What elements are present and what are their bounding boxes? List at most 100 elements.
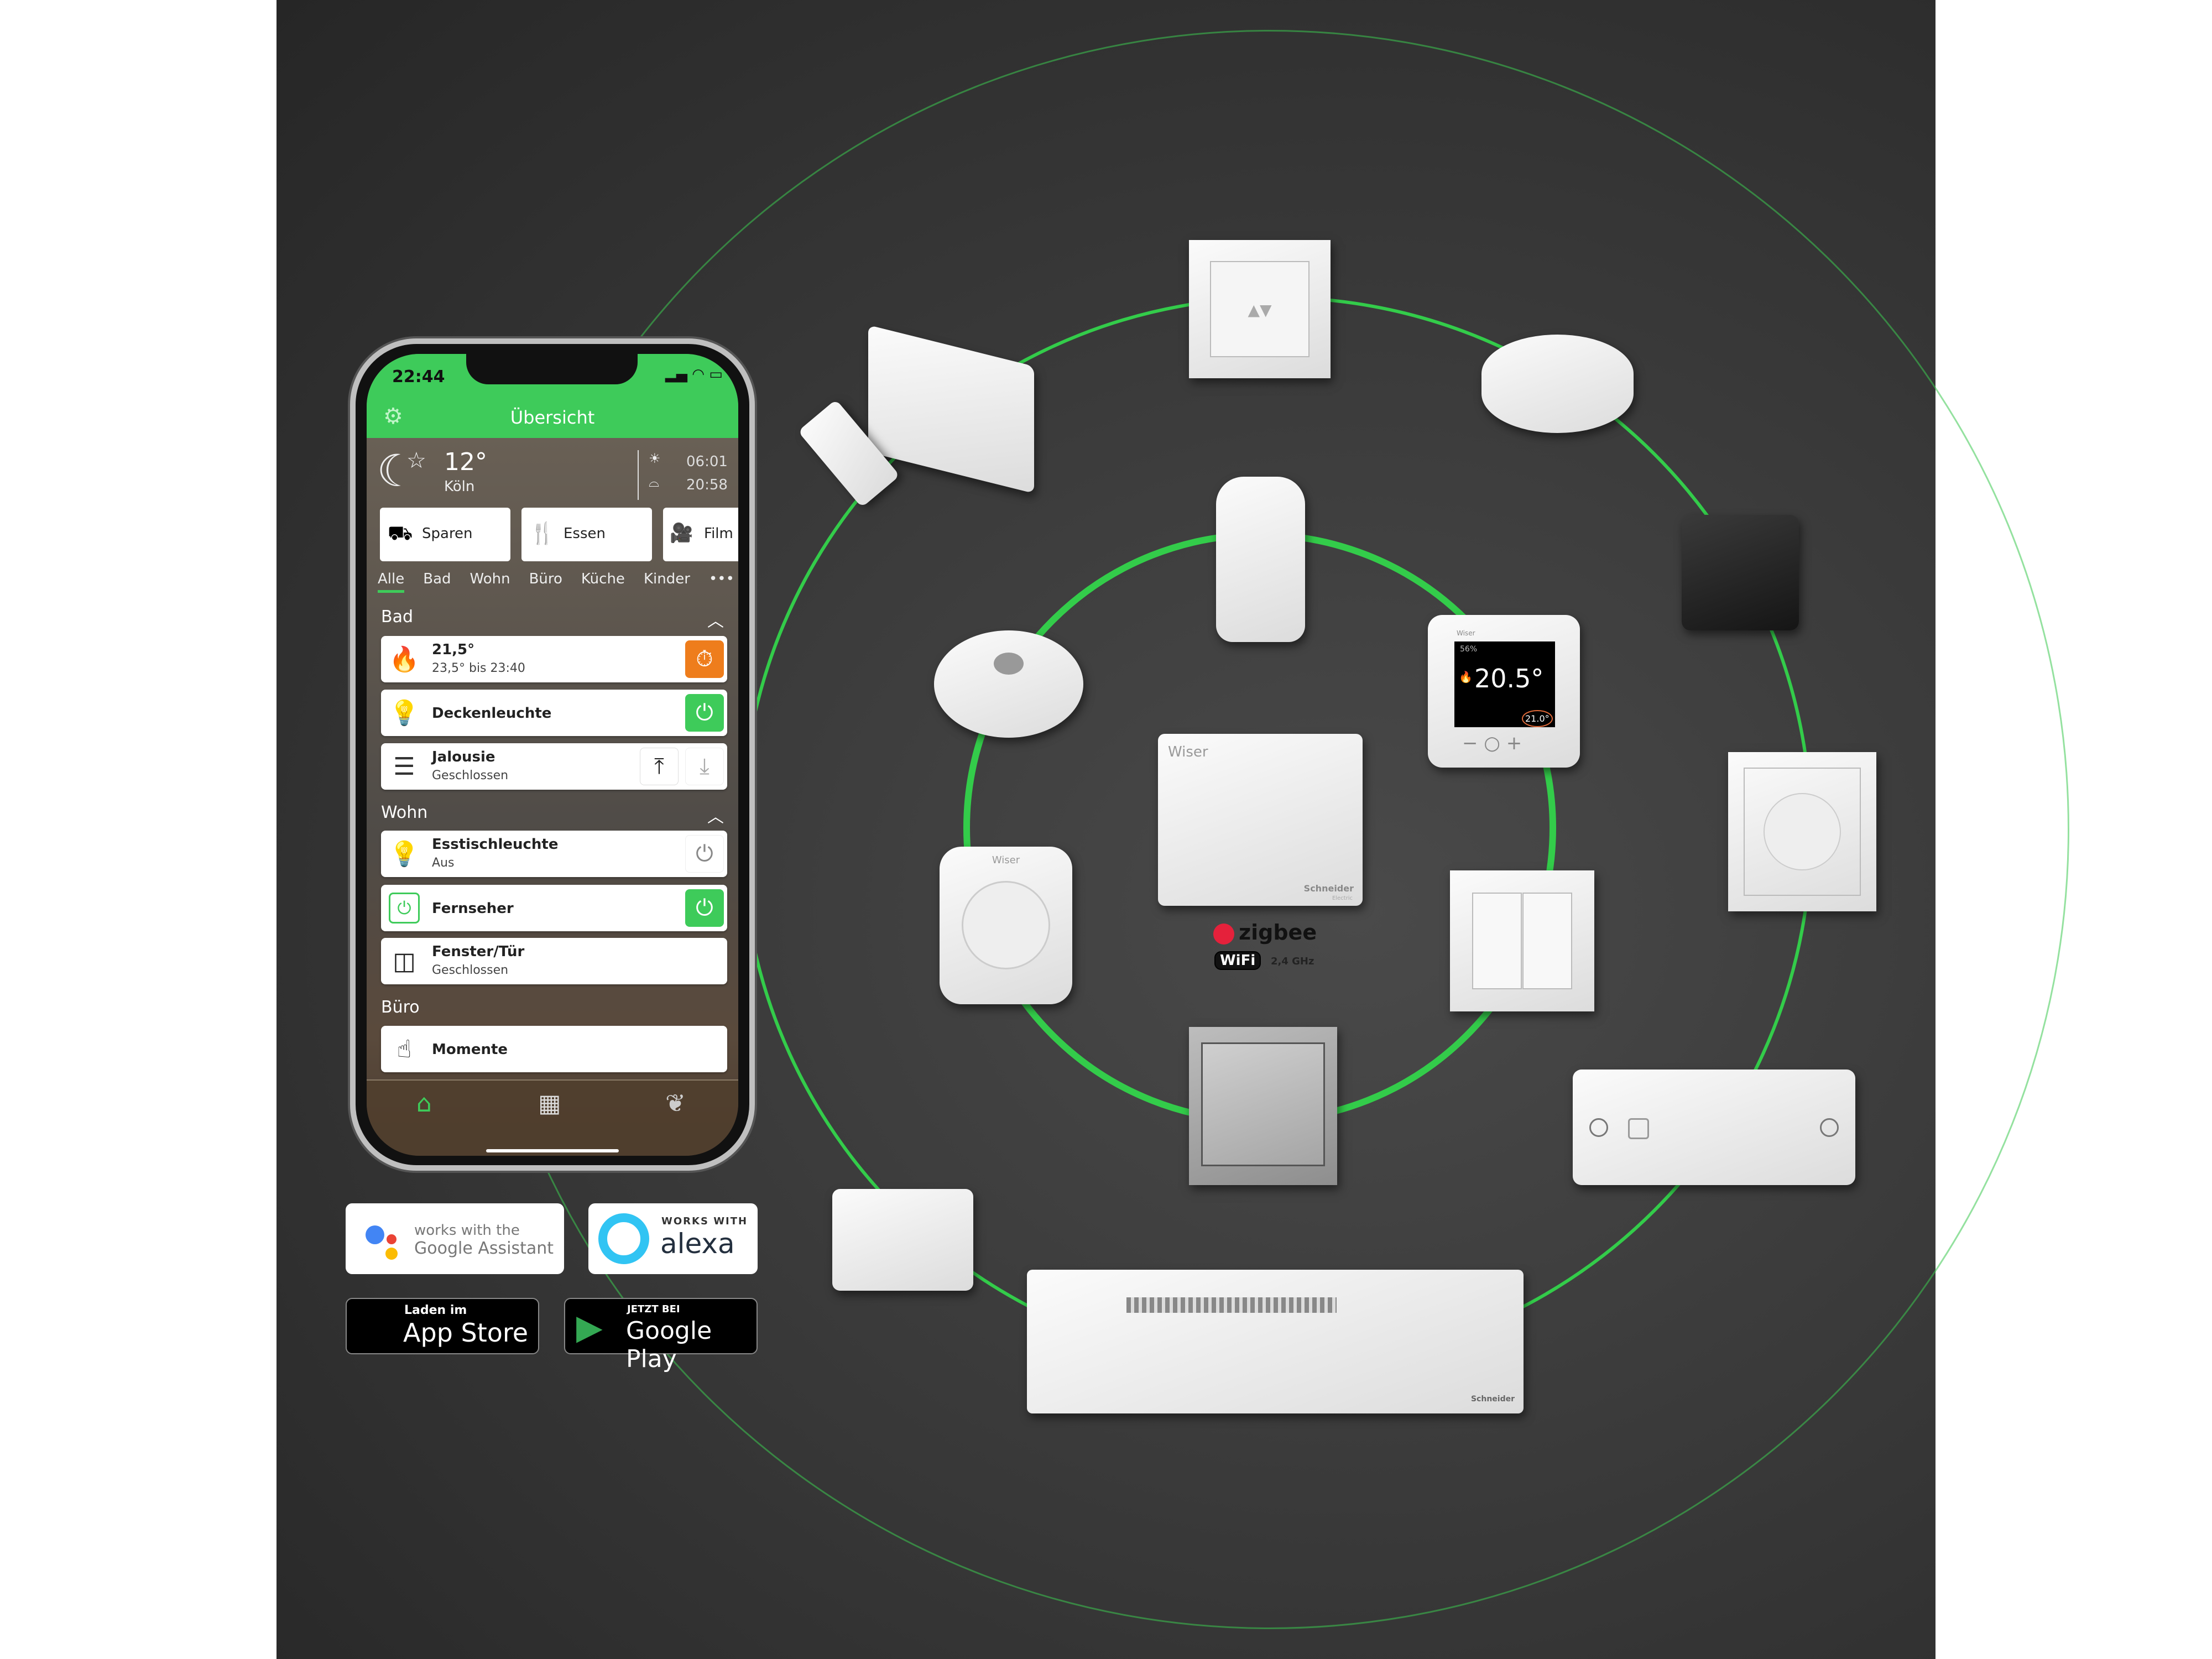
room-tabs: Alle Bad Wohn Büro Küche Kinder ••• (378, 571, 734, 593)
list-item-esstischleuchte[interactable]: 💡 Esstischleuchte Aus ⏻ (381, 831, 727, 877)
leaf-icon[interactable]: ❦ (665, 1089, 686, 1118)
humidity-readout: 56% (1460, 645, 1478, 654)
switch-rocker-right (1522, 893, 1572, 989)
double-switch-device (1450, 870, 1594, 1011)
window-icon: ◫ (393, 947, 416, 975)
wiser-hub-device: Wiser Schneider Electric (1158, 734, 1363, 906)
remote-control-device (1573, 1070, 1855, 1185)
tab-buero[interactable]: Büro (529, 571, 562, 593)
socket-face (1764, 793, 1841, 870)
tab-kueche[interactable]: Küche (581, 571, 625, 593)
stopwatch-icon: ⏱ (696, 646, 713, 672)
chevron-up-icon[interactable]: ︿ (707, 607, 724, 632)
thermostat-controls: − ○ + (1462, 732, 1522, 754)
badge-text: alexa (660, 1228, 735, 1260)
touch-hand-icon: ☝ (397, 1035, 412, 1063)
terminal-strip (1126, 1297, 1337, 1313)
power-button[interactable]: ⏻ (685, 889, 724, 927)
single-switch-device (1189, 1027, 1337, 1185)
tab-wohn[interactable]: Wohn (470, 571, 510, 593)
wifi-band: 2,4 GHz (1271, 956, 1314, 967)
list-item-deckenleuchte[interactable]: 💡 Deckenleuchte ⏻ (381, 690, 727, 736)
logo-dot (385, 1248, 398, 1260)
tab-kinder[interactable]: Kinder (644, 571, 690, 593)
blinds-down-button[interactable]: ⤓ (685, 748, 724, 785)
blind-switch-device: ▲▼ (1189, 240, 1331, 378)
blinds-icon: ☰ (393, 752, 415, 781)
temperature-readout: 20.5° (1474, 664, 1544, 693)
status-time: 22:44 (392, 367, 445, 387)
sunrise-time: 06:01 (686, 453, 728, 470)
protocol-logos: zigbee WiFi 2,4 GHz (1213, 920, 1335, 977)
chevron-up-icon[interactable]: ︿ (707, 803, 724, 827)
switch-rocker (1201, 1042, 1325, 1166)
item-title: Jalousie (432, 749, 495, 765)
zigbee-text: zigbee (1239, 920, 1317, 945)
setpoint-readout: 21.0° (1522, 710, 1553, 727)
scene-essen[interactable]: 🍴 Essen (521, 508, 652, 561)
sunset-icon: ⌓ (649, 474, 659, 490)
home-indicator (486, 1149, 619, 1152)
tab-alle[interactable]: Alle (378, 571, 405, 593)
list-item-heating[interactable]: 🔥 21,5° 23,5° bis 23:40 ⏱ (381, 636, 727, 682)
radiator-valve-device (1216, 477, 1305, 642)
thermostat-display: Wiser 56% 🔥 20.5° 21.0° (1454, 629, 1555, 727)
badge-text: Google Assistant (414, 1239, 554, 1258)
hub-brand: Schneider (1303, 883, 1354, 894)
wifi-logo: WiFi (1214, 951, 1261, 970)
hub-brand-sub: Electric (1332, 895, 1353, 901)
savings-icon: ⛟ (388, 522, 413, 545)
item-title: Esstischleuchte (432, 836, 559, 853)
alexa-logo (598, 1213, 649, 1264)
google-assistant-badge[interactable]: works with the Google Assistant (346, 1203, 564, 1274)
badge-text: JETZT BEI (627, 1303, 680, 1315)
switch-rocker-left (1472, 893, 1522, 989)
blinds-up-button[interactable]: ⤒ (640, 748, 679, 785)
hub-label: Wiser (1168, 744, 1208, 760)
list-item-fenster-tuer[interactable]: ◫ Fenster/Tür Geschlossen (381, 938, 727, 984)
arrow-up-icon: ⤒ (654, 754, 664, 779)
item-title: 21,5° (432, 641, 475, 658)
hub-puck-device (1481, 335, 1634, 433)
scene-sparen[interactable]: ⛟ Sparen (380, 508, 510, 561)
alexa-badge[interactable]: WORKS WITH alexa (588, 1203, 758, 1274)
item-subtitle: 23,5° bis 23:40 (432, 661, 525, 675)
grid-icon[interactable]: ▦ (538, 1089, 561, 1118)
motion-sensor-device (934, 630, 1083, 738)
list-item-fernseher[interactable]: ⏻ Fernseher ⏻ (381, 885, 727, 931)
play-icon: ▶ (576, 1307, 603, 1347)
google-play-badge[interactable]: ▶ JETZT BEI Google Play (564, 1298, 758, 1373)
item-title: Fernseher (432, 900, 514, 917)
weather-city: Köln (444, 478, 475, 495)
controller-brand: Schneider (1470, 1395, 1515, 1404)
more-tabs-button[interactable]: ••• (709, 571, 734, 593)
home-icon[interactable]: ⌂ (416, 1089, 432, 1118)
camera-icon: 🎥 (670, 522, 693, 544)
logo-dot (387, 1234, 397, 1244)
cutlery-icon: 🍴 (529, 521, 556, 545)
badge-text: Laden im (404, 1303, 467, 1317)
divider (638, 450, 639, 500)
tab-bad[interactable]: Bad (423, 571, 451, 593)
button-square (1628, 1118, 1649, 1139)
google-assistant-logo (366, 1225, 384, 1244)
bottom-nav: ⌂ ▦ ❦ (367, 1079, 738, 1156)
list-item-jalousie[interactable]: ☰ Jalousie Geschlossen ⤒ ⤓ (381, 743, 727, 790)
list-item-momente[interactable]: ☝ Momente (381, 1026, 727, 1072)
flame-icon: 🔥 (1459, 670, 1473, 684)
app-store-badge[interactable]: Laden im App Store (346, 1298, 539, 1354)
power-icon: ⏻ (696, 895, 713, 921)
app-header: 22:44 ▂▄ ◠ ▭ ⚙ Übersicht (367, 354, 738, 438)
sunrise-icon: ☀ (649, 451, 661, 466)
scene-film[interactable]: 🎥 Film (663, 508, 738, 561)
power-button[interactable]: ⏻ (685, 694, 724, 732)
zigbee-logo (1213, 924, 1234, 945)
item-subtitle: Aus (432, 856, 455, 870)
thermostat-device: Wiser 56% 🔥 20.5° 21.0° − ○ + (1428, 615, 1580, 768)
scene-label: Essen (564, 525, 606, 542)
section-buero: Büro (381, 998, 420, 1017)
power-button[interactable]: ⏻ (685, 835, 724, 873)
item-title: Deckenleuchte (432, 705, 552, 722)
bulb-off-icon: 💡 (389, 840, 420, 868)
timer-button[interactable]: ⏱ (685, 640, 724, 678)
